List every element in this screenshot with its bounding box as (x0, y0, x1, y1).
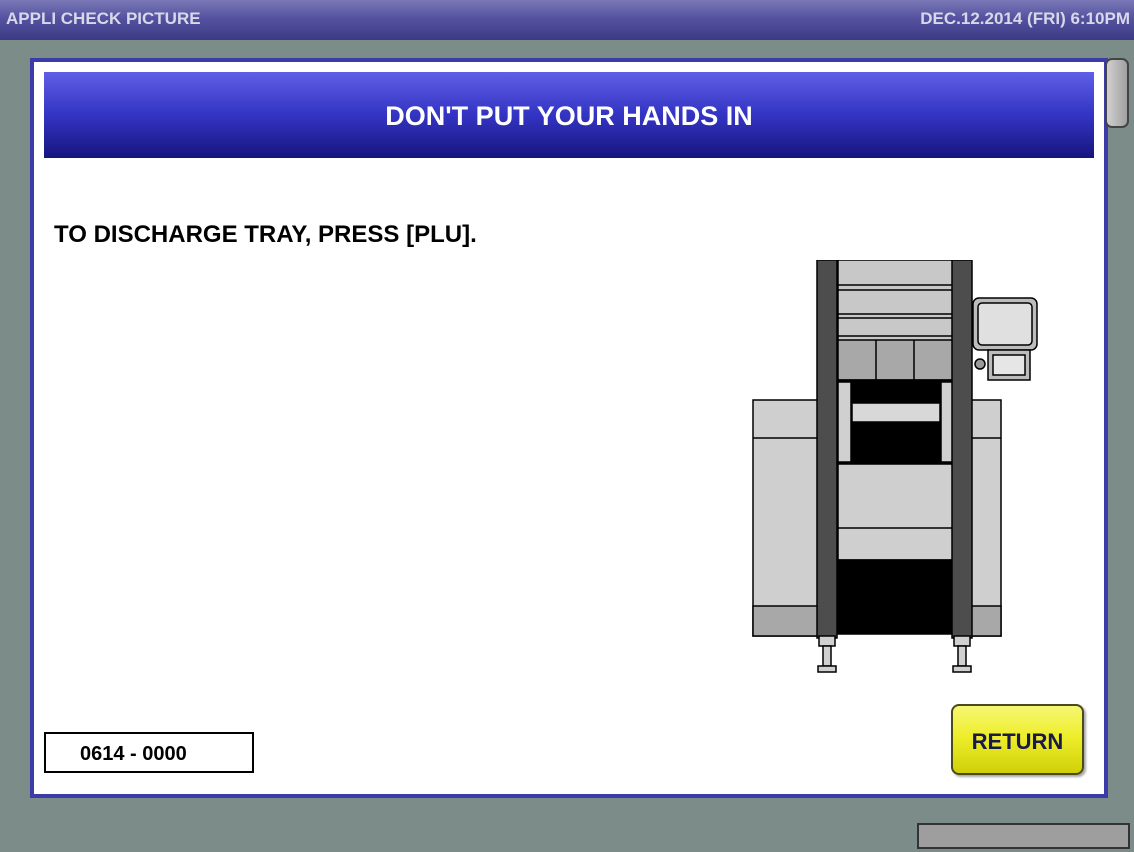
datetime-display: DEC.12.2014 (FRI) 6:10PM (920, 9, 1130, 28)
status-bar (917, 823, 1130, 849)
warning-dialog: DON'T PUT YOUR HANDS IN TO DISCHARGE TRA… (30, 58, 1108, 798)
title-bar: APPLI CHECK PICTURE DEC.12.2014 (FRI) 6:… (0, 0, 1134, 40)
return-button-label: RETURN (971, 729, 1064, 754)
packaging-machine-icon (752, 259, 1042, 678)
dialog-title: DON'T PUT YOUR HANDS IN (385, 101, 753, 131)
dialog-header: DON'T PUT YOUR HANDS IN (44, 72, 1094, 158)
scrollbar-handle[interactable] (1105, 58, 1129, 128)
screen: APPLI CHECK PICTURE DEC.12.2014 (FRI) 6:… (0, 0, 1134, 852)
code-display: 0614 - 0000 (44, 732, 254, 773)
return-button[interactable]: RETURN (951, 704, 1084, 775)
app-title: APPLI CHECK PICTURE (6, 9, 201, 28)
code-value: 0614 - 0000 (80, 743, 187, 765)
instruction-text: TO DISCHARGE TRAY, PRESS [PLU]. (54, 221, 477, 248)
